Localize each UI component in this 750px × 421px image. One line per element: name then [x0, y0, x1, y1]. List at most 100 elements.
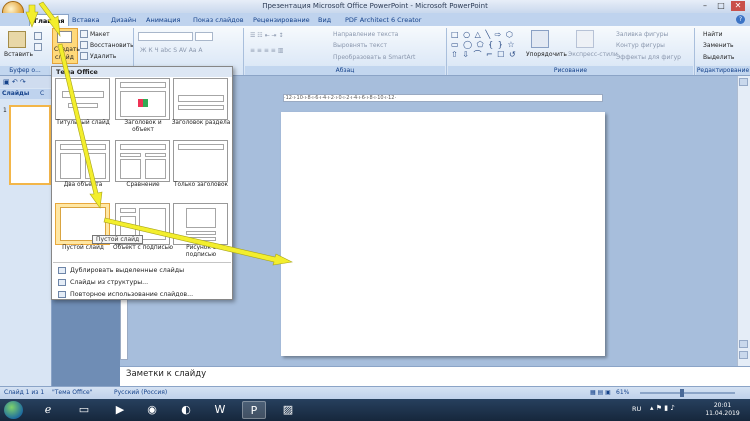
duplicate-slides-label: Дублировать выделенные слайды: [70, 267, 185, 274]
layout-two-content[interactable]: [55, 140, 110, 182]
zoom-slider[interactable]: [640, 392, 735, 394]
layout-label: Сравнение: [126, 182, 160, 188]
chrome-icon[interactable]: ◉: [140, 401, 164, 419]
new-slide-label-1: Создать: [54, 46, 80, 53]
slide-indicator: Слайд 1 из 1: [4, 389, 45, 396]
text-direction-button[interactable]: Направление текста: [333, 31, 398, 38]
restore-button[interactable]: Восстановить: [90, 42, 134, 49]
layout-placeholder: [186, 231, 216, 235]
tab-view[interactable]: Вид: [314, 14, 335, 26]
media-player-icon[interactable]: ▶: [108, 401, 132, 419]
tab-review[interactable]: Рецензирование: [249, 14, 314, 26]
tray-icons[interactable]: ▴ ⚑ ▮ ♪: [650, 404, 675, 412]
layout-picture-with-caption[interactable]: [173, 203, 228, 245]
quick-access-icons[interactable]: ▣ ↶ ↷: [3, 78, 26, 86]
layout-title-and-content[interactable]: [115, 78, 170, 120]
layout-label: Титульный слайд: [56, 120, 110, 126]
explorer-icon[interactable]: ▭: [72, 401, 96, 419]
list-icons[interactable]: ☰ ☷ ⇤ ⇥ ↕: [250, 32, 283, 39]
tab-animation[interactable]: Анимация: [142, 14, 184, 26]
tab-slides[interactable]: Слайды: [2, 90, 29, 97]
opera-icon[interactable]: ◐: [174, 401, 198, 419]
duplicate-slides-item[interactable]: Дублировать выделенные слайды: [55, 265, 230, 276]
outline-icon: [58, 279, 66, 286]
content-icon: [138, 99, 148, 107]
font-format-icons[interactable]: Ж К Ч abc S AV Aa A: [140, 47, 203, 54]
powerpoint-icon[interactable]: P: [242, 401, 266, 419]
layout-placeholder: [120, 159, 141, 179]
tab-home[interactable]: Главная: [29, 14, 70, 26]
slide-thumbnail[interactable]: [9, 105, 51, 185]
align-icons[interactable]: ≡ ≡ ≡ ≡ ▥: [250, 47, 283, 54]
tab-pdf-architect[interactable]: PDF Architect 6 Creator: [341, 14, 425, 26]
ie-icon[interactable]: ℯ: [36, 401, 60, 419]
layout-tooltip: Пустой слайд: [92, 235, 144, 244]
reuse-slides-item[interactable]: Повторное использование слайдов...: [55, 289, 230, 300]
tab-slideshow[interactable]: Показ слайдов: [189, 14, 248, 26]
reuse-slides-label: Повторное использование слайдов...: [70, 291, 194, 298]
layout-label: Рисунок с подписью: [185, 245, 217, 258]
gallery-separator: [53, 262, 231, 263]
new-slide-label-2: слайд: [55, 54, 74, 61]
layout-placeholder: [178, 144, 224, 150]
arrange-button[interactable]: Упорядочить: [526, 51, 567, 58]
prev-slide-button[interactable]: [739, 340, 748, 348]
copy-icon[interactable]: [34, 43, 42, 51]
layout-comparison[interactable]: [115, 140, 170, 182]
arrange-icon[interactable]: [531, 30, 549, 48]
delete-icon: [80, 52, 88, 60]
paste-button[interactable]: Вставить: [4, 51, 33, 58]
duplicate-icon: [58, 267, 66, 274]
tab-design[interactable]: Дизайн: [107, 14, 140, 26]
layout-placeholder: [186, 237, 216, 241]
shape-fill-button[interactable]: Заливка фигуры: [616, 31, 668, 38]
view-buttons[interactable]: ▦ ▤ ▣: [590, 389, 611, 396]
tab-insert[interactable]: Вставка: [68, 14, 104, 26]
slide-canvas[interactable]: [281, 112, 605, 356]
layout-placeholder: [60, 153, 81, 179]
quick-styles-button[interactable]: Экспресс-стили: [568, 51, 618, 58]
font-size-combo[interactable]: [195, 32, 213, 41]
smartart-button[interactable]: Преобразовать в SmartArt: [333, 54, 415, 61]
shape-effects-button[interactable]: Эффекты для фигур: [616, 54, 681, 61]
clock-date: 11.04.2019: [705, 410, 740, 417]
word-icon[interactable]: W: [208, 401, 232, 419]
vertical-scrollbar[interactable]: [737, 76, 750, 366]
layout-placeholder: [178, 105, 224, 110]
layout-label: Два объекта: [63, 182, 103, 188]
zoom-level[interactable]: 61%: [616, 389, 629, 396]
photo-viewer-icon[interactable]: ▨: [276, 401, 300, 419]
gallery-header: Тема Office: [52, 67, 232, 77]
shapes-gallery[interactable]: □ ○ △ ╲ ⇨ ⬡ ▭ ◯ ⬠ { } ☆ ⇧ ⇩ ⌒ ⌐ ☐ ↺: [451, 30, 519, 62]
minimize-button[interactable]: –: [698, 1, 712, 11]
font-name-combo[interactable]: [138, 32, 193, 41]
layout-title-only[interactable]: [173, 140, 228, 182]
help-icon[interactable]: ?: [736, 15, 745, 24]
next-slide-button[interactable]: [739, 351, 748, 359]
replace-button[interactable]: Заменить: [703, 42, 734, 49]
align-text-button[interactable]: Выровнять текст: [333, 42, 387, 49]
maximize-button[interactable]: □: [714, 1, 728, 11]
select-button[interactable]: Выделить: [703, 54, 734, 61]
notes-pane[interactable]: [120, 366, 750, 386]
slides-from-outline-item[interactable]: Слайды из структуры...: [55, 277, 230, 288]
delete-button[interactable]: Удалить: [90, 53, 116, 60]
clock[interactable]: 20:01 11.04.2019: [700, 402, 745, 418]
input-language[interactable]: RU: [632, 405, 641, 413]
layout-button[interactable]: Макет: [90, 31, 110, 38]
language-indicator[interactable]: Русский (Россия): [114, 389, 167, 396]
zoom-slider-thumb[interactable]: [680, 389, 684, 397]
find-button[interactable]: Найти: [703, 31, 722, 38]
shape-outline-button[interactable]: Контур фигуры: [616, 42, 665, 49]
layout-label: Только заголовок: [173, 182, 229, 188]
tab-structure[interactable]: С: [40, 90, 44, 97]
layout-section-header[interactable]: [173, 78, 228, 120]
scroll-up-arrow[interactable]: [739, 78, 748, 86]
layout-title-slide[interactable]: [55, 78, 110, 120]
close-button[interactable]: ✕: [731, 1, 745, 11]
start-button[interactable]: [4, 401, 23, 419]
paste-icon[interactable]: [8, 31, 26, 48]
quick-styles-icon[interactable]: [576, 30, 594, 48]
editing-group-label: Редактирование: [696, 66, 750, 75]
cut-icon[interactable]: [34, 32, 42, 40]
